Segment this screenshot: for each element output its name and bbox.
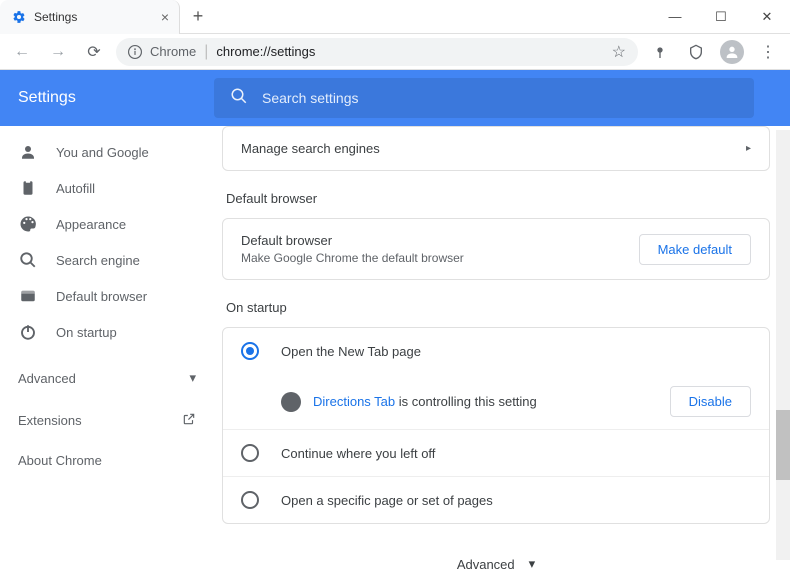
sidebar-item-label: Appearance — [56, 217, 126, 232]
make-default-button[interactable]: Make default — [639, 234, 751, 265]
settings-content: Manage search engines ▸ Default browser … — [214, 126, 790, 574]
search-placeholder: Search settings — [262, 90, 359, 106]
search-icon — [230, 87, 248, 110]
omnibox-url: chrome://settings — [216, 44, 315, 59]
chevron-right-icon: ▸ — [746, 143, 751, 154]
person-icon — [18, 143, 38, 161]
disable-extension-button[interactable]: Disable — [670, 386, 751, 417]
maximize-button[interactable]: ☐ — [698, 2, 744, 32]
chevron-down-icon: ▾ — [529, 556, 536, 572]
extension-pin-icon[interactable] — [646, 38, 674, 66]
omnibox-separator: | — [204, 43, 208, 61]
window-controls: — ☐ ✕ — [652, 2, 790, 32]
advanced-footer-toggle[interactable]: Advanced ▾ — [222, 544, 770, 574]
sidebar-item-label: You and Google — [56, 145, 149, 160]
bookmark-star-icon[interactable]: ☆ — [612, 42, 626, 62]
sidebar-item-search-engine[interactable]: Search engine — [0, 242, 214, 278]
startup-option-label: Open the New Tab page — [281, 344, 421, 359]
minimize-button[interactable]: — — [652, 2, 698, 32]
radio-unchecked-icon[interactable] — [241, 444, 259, 462]
sidebar-advanced-toggle[interactable]: Advanced ▾ — [0, 356, 214, 400]
radio-checked-icon[interactable] — [241, 342, 259, 360]
page-title: Settings — [18, 89, 194, 107]
default-browser-title: Default browser — [241, 233, 464, 248]
sidebar-item-label: Default browser — [56, 289, 147, 304]
sidebar-item-label: Autofill — [56, 181, 95, 196]
clipboard-icon — [18, 179, 38, 197]
sidebar-item-you-and-google[interactable]: You and Google — [0, 134, 214, 170]
startup-option-newtab[interactable]: Open the New Tab page — [223, 328, 769, 374]
extension-icon — [281, 392, 301, 412]
default-browser-card: Default browser Make Google Chrome the d… — [222, 218, 770, 280]
default-browser-heading: Default browser — [226, 191, 770, 206]
browser-toolbar: ← → ⟳ Chrome | chrome://settings ☆ ⋮ — [0, 34, 790, 70]
reload-button[interactable]: ⟳ — [80, 38, 108, 66]
default-browser-sub: Make Google Chrome the default browser — [241, 251, 464, 265]
close-tab-icon[interactable]: × — [161, 9, 169, 25]
new-tab-button[interactable]: + — [184, 3, 212, 31]
browser-tab[interactable]: Settings × — [0, 0, 180, 34]
radio-unchecked-icon[interactable] — [241, 491, 259, 509]
advanced-footer-label: Advanced — [457, 557, 515, 572]
on-startup-heading: On startup — [226, 300, 770, 315]
sidebar-about-label: About Chrome — [18, 453, 102, 468]
sidebar-item-label: Search engine — [56, 253, 140, 268]
address-bar[interactable]: Chrome | chrome://settings ☆ — [116, 38, 638, 66]
omnibox-prefix: Chrome — [150, 44, 196, 59]
chevron-down-icon: ▾ — [189, 370, 196, 386]
sidebar-extensions-label: Extensions — [18, 413, 82, 428]
menu-dots-icon[interactable]: ⋮ — [754, 38, 782, 66]
window-titlebar: Settings × + — ☐ ✕ — [0, 0, 790, 34]
on-startup-card: Open the New Tab page Directions Tab is … — [222, 327, 770, 524]
close-window-button[interactable]: ✕ — [744, 2, 790, 32]
browser-icon — [18, 287, 38, 305]
sidebar-item-appearance[interactable]: Appearance — [0, 206, 214, 242]
sidebar-item-label: On startup — [56, 325, 117, 340]
shield-icon[interactable] — [682, 38, 710, 66]
sidebar-item-default-browser[interactable]: Default browser — [0, 278, 214, 314]
startup-option-specific[interactable]: Open a specific page or set of pages — [223, 476, 769, 523]
sidebar-extensions-link[interactable]: Extensions — [0, 400, 214, 440]
palette-icon — [18, 215, 38, 233]
settings-header: Settings Search settings — [0, 70, 790, 126]
back-button[interactable]: ← — [8, 38, 36, 66]
sidebar-about-link[interactable]: About Chrome — [0, 440, 214, 480]
tab-title: Settings — [34, 10, 77, 24]
sidebar-item-autofill[interactable]: Autofill — [0, 170, 214, 206]
sidebar-item-on-startup[interactable]: On startup — [0, 314, 214, 350]
startup-option-label: Open a specific page or set of pages — [281, 493, 493, 508]
external-link-icon — [182, 412, 196, 429]
startup-option-continue[interactable]: Continue where you left off — [223, 429, 769, 476]
profile-avatar[interactable] — [718, 38, 746, 66]
forward-button[interactable]: → — [44, 38, 72, 66]
sidebar-advanced-label: Advanced — [18, 371, 76, 386]
settings-search[interactable]: Search settings — [214, 78, 754, 118]
main-area: You and Google Autofill Appearance Searc… — [0, 126, 790, 574]
manage-search-engines-card[interactable]: Manage search engines ▸ — [222, 126, 770, 171]
gear-icon — [12, 10, 26, 24]
extension-controlling-text: Directions Tab is controlling this setti… — [313, 394, 537, 409]
site-info-icon[interactable] — [128, 45, 142, 59]
search-icon — [18, 251, 38, 269]
startup-option-label: Continue where you left off — [281, 446, 435, 461]
scrollbar-track[interactable] — [776, 130, 790, 560]
manage-search-engines-label: Manage search engines — [241, 141, 380, 156]
power-icon — [18, 323, 38, 341]
sidebar: You and Google Autofill Appearance Searc… — [0, 126, 214, 574]
extension-controlling-row: Directions Tab is controlling this setti… — [223, 374, 769, 429]
scrollbar-thumb[interactable] — [776, 410, 790, 480]
extension-name-link[interactable]: Directions Tab — [313, 394, 395, 409]
